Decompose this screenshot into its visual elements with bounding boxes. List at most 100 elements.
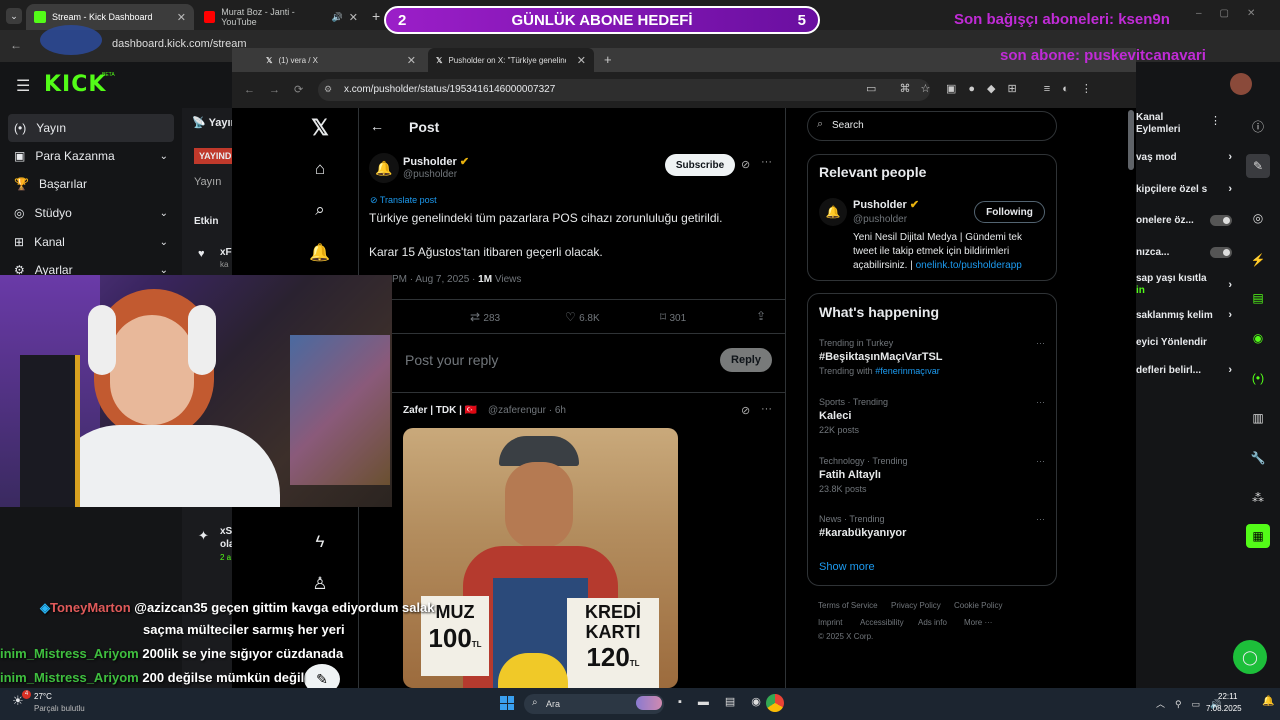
edit-icon[interactable]: ✎: [1246, 154, 1270, 178]
wrench-icon[interactable]: 🔧: [1246, 446, 1270, 470]
bookmark-button[interactable]: ⌑ 301: [660, 310, 686, 324]
sidebar-item-para-kazanma[interactable]: ▣ Para Kazanma ⌄: [8, 142, 174, 170]
person-name[interactable]: Pusholder ✔: [853, 198, 919, 211]
target-icon[interactable]: ◎: [1246, 206, 1270, 230]
new-tab-icon[interactable]: +: [604, 52, 612, 67]
close-icon[interactable]: ✕: [349, 11, 358, 24]
extension-icons[interactable]: ▣●◆⊞ ≡◐⋮: [946, 82, 1104, 95]
profile-icon[interactable]: ♙: [306, 570, 334, 598]
grok-icon[interactable]: ⊘: [741, 158, 750, 171]
bell-icon[interactable]: 🔔: [306, 239, 334, 267]
channel-action-row[interactable]: eyici Yönlendir: [1136, 337, 1232, 348]
following-button[interactable]: Following: [974, 201, 1045, 223]
more-icon[interactable]: ···: [761, 403, 772, 415]
trend-item[interactable]: Technology · Trending ··· Fatih Altaylı 2…: [819, 456, 1045, 494]
author-name[interactable]: Pusholder ✔: [403, 155, 469, 168]
kick-logo[interactable]: KICK: [44, 72, 106, 97]
trend-item[interactable]: News · Trending ··· #karabükyanıyor: [819, 514, 1045, 539]
broadcast-icon[interactable]: (•): [1246, 366, 1270, 390]
search-input[interactable]: Search: [807, 111, 1057, 141]
like-button[interactable]: ♡ 6.8K: [565, 310, 600, 324]
channel-action-row[interactable]: sap yaşı kısıtla in ›: [1136, 273, 1232, 297]
sidebar-item-basarilar[interactable]: 🏆 Başarılar: [8, 170, 174, 198]
reply-author-name[interactable]: Zafer | TDK | 🇹🇷: [403, 405, 477, 416]
window-controls[interactable]: –▢✕: [1196, 8, 1273, 19]
toggle-switch[interactable]: [1210, 215, 1232, 226]
notification-bell-icon[interactable]: 🔔: [1262, 696, 1274, 707]
outer-tab-youtube[interactable]: Murat Boz - Janti - YouTube 🔊 ✕: [196, 4, 366, 30]
translate-link[interactable]: ⊘ Translate post: [370, 195, 437, 206]
footer-link[interactable]: Cookie Policy: [954, 601, 1002, 610]
back-arrow-icon[interactable]: ←: [370, 118, 384, 134]
chat-icon[interactable]: ◉: [1246, 326, 1270, 350]
channel-action-row[interactable]: nızca...: [1136, 247, 1232, 258]
document-icon[interactable]: ▤: [1246, 286, 1270, 310]
back-arrow-icon[interactable]: ←: [10, 38, 22, 52]
footer-link[interactable]: Privacy Policy: [891, 601, 941, 610]
footer-link[interactable]: Terms of Service: [818, 601, 878, 610]
layout-icon[interactable]: ▥: [1246, 406, 1270, 430]
channel-action-row[interactable]: defleri belirl... ›: [1136, 364, 1232, 376]
grok-icon[interactable]: ⊘: [741, 404, 750, 417]
avatar[interactable]: 🔔: [819, 198, 847, 226]
scrollbar[interactable]: [1128, 110, 1134, 170]
author-handle[interactable]: @pusholder: [403, 169, 457, 180]
app-icon[interactable]: ▦: [1246, 524, 1270, 548]
weather-desc[interactable]: Parçalı bulutlu: [34, 704, 85, 713]
help-chat-icon[interactable]: ◯: [1233, 640, 1267, 674]
sidebar-item-yayin[interactable]: (•) Yayın: [8, 114, 174, 142]
channel-action-row[interactable]: saklanmış kelim ›: [1136, 309, 1232, 321]
inner-url-bar[interactable]: x.com/pusholder/status/19534161460000073…: [318, 79, 930, 101]
avatar[interactable]: 🔔: [369, 153, 399, 183]
channel-action-row[interactable]: vaş mod ›: [1136, 151, 1232, 163]
footer-link[interactable]: More ···: [964, 618, 992, 627]
trend-item[interactable]: Sports · Trending ··· Kaleci 22K posts: [819, 397, 1045, 435]
outer-url[interactable]: dashboard.kick.com/stream: [112, 38, 247, 50]
x-logo-icon[interactable]: 𝕏: [306, 114, 334, 142]
more-icon[interactable]: ···: [761, 156, 772, 168]
sidebar-item-studyo[interactable]: ◎ Stüdyo ⌄: [8, 199, 174, 227]
sidebar-item-kanal[interactable]: ⊞ Kanal ⌄: [8, 228, 174, 256]
bolt-icon[interactable]: ⚡: [1246, 248, 1270, 272]
speaker-icon[interactable]: 🔊: [332, 12, 343, 23]
channel-action-row[interactable]: kipçilere özel s ›: [1136, 183, 1232, 195]
info-icon[interactable]: ⓘ: [1246, 114, 1270, 138]
avatar[interactable]: [1230, 73, 1252, 95]
bio-link[interactable]: onelink.to/pusholderapp: [916, 260, 1022, 271]
clock-date[interactable]: 7.08.2025: [1206, 704, 1242, 713]
share-icon[interactable]: ⁂: [1246, 486, 1270, 510]
search-highlight-icon[interactable]: [636, 696, 662, 710]
toggle-switch[interactable]: [1210, 247, 1232, 258]
home-icon[interactable]: ⌂: [306, 155, 334, 183]
toolbar-icons[interactable]: ▭ ⌘☆: [866, 82, 940, 95]
menu-icon[interactable]: ☰: [16, 76, 30, 96]
chrome-icon[interactable]: [766, 694, 784, 712]
footer-link[interactable]: Accessibility: [860, 618, 904, 627]
new-tab-icon[interactable]: +: [372, 8, 380, 24]
outer-tab-kick[interactable]: Stream - Kick Dashboard ✕: [26, 4, 194, 30]
search-icon[interactable]: ⌕: [306, 196, 334, 224]
more-icon[interactable]: ⋮: [1210, 114, 1221, 127]
close-icon[interactable]: ✕: [177, 11, 186, 24]
nav-buttons[interactable]: ←→⟳: [244, 83, 317, 96]
channel-action-row[interactable]: onelere öz...: [1136, 215, 1232, 226]
person-handle[interactable]: @pusholder: [853, 214, 907, 225]
footer-link[interactable]: Ads info: [918, 618, 947, 627]
retweet-button[interactable]: ⇄ 283: [470, 310, 500, 324]
weather-temp[interactable]: 27°C: [34, 692, 52, 701]
show-more-link[interactable]: Show more: [819, 561, 875, 573]
windows-start-icon[interactable]: [500, 696, 514, 710]
bolt-icon[interactable]: ϟ: [306, 528, 334, 556]
trend-item[interactable]: Trending in Turkey ··· #BeşiktaşınMaçıVar…: [819, 338, 1045, 376]
subscribe-button[interactable]: Subscribe: [665, 154, 735, 176]
inner-tab-post[interactable]: 𝕏 Pusholder on X: "Türkiye genelind ✕: [428, 48, 594, 72]
footer-link[interactable]: Imprint: [818, 618, 842, 627]
reply-input[interactable]: Post your reply: [405, 352, 498, 368]
reply-button[interactable]: Reply: [720, 348, 772, 372]
clock-time[interactable]: 22:11: [1218, 692, 1237, 701]
site-info-icon[interactable]: ⚙: [324, 84, 332, 95]
inner-tab-x-home[interactable]: 𝕏 (1) vera / X ✕: [258, 48, 424, 72]
reply-image[interactable]: MUZ 100TL KREDİ KARTI 120TL: [403, 428, 678, 688]
share-icon[interactable]: ⇪: [756, 309, 766, 323]
tab-search-icon[interactable]: ⌄: [6, 8, 22, 24]
